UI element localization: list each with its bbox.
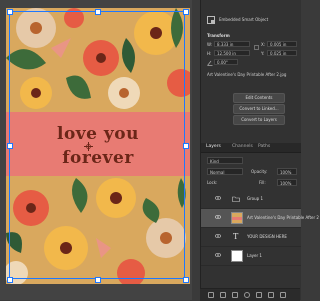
visibility-eye-icon[interactable] (215, 215, 221, 219)
tab-paths[interactable]: Paths (258, 144, 270, 149)
y-label: Y: (261, 51, 265, 56)
width-field[interactable]: 8.333 in (214, 41, 250, 47)
smart-object-icon (207, 16, 215, 24)
y-field[interactable]: 0.025 in (267, 50, 297, 56)
layers-bottom-toolbar (200, 288, 300, 301)
object-type-label: Embedded Smart Object (219, 17, 269, 22)
headline-line-1: love you (57, 124, 139, 144)
transform-handle-middle-right[interactable] (183, 143, 189, 149)
layers-panel-tabs: Layers Channels Paths (201, 143, 301, 153)
layer-row-smart-object[interactable]: Art Valentine's Day Printable After 2 (201, 209, 319, 228)
new-layer-icon[interactable] (268, 292, 274, 298)
document-canvas-area[interactable]: love you forever (0, 0, 200, 300)
headline-line-2: forever (62, 148, 134, 168)
reference-point-icon[interactable] (84, 142, 93, 151)
edit-contents-button[interactable]: Edit Contents (233, 93, 285, 103)
fill-field[interactable]: 100% (277, 179, 297, 186)
transform-handle-top-center[interactable] (95, 9, 101, 15)
layer-row-group[interactable]: Group 1 (201, 190, 301, 209)
height-field[interactable]: 12.500 in (214, 50, 250, 56)
fill-label: Fill: (259, 180, 266, 185)
transform-handle-top-right[interactable] (183, 9, 189, 15)
angle-field[interactable]: 0.00° (214, 59, 238, 65)
opacity-field[interactable]: 100% (277, 168, 297, 175)
transform-handle-top-left[interactable] (7, 9, 13, 15)
link-layers-icon[interactable] (208, 292, 214, 298)
transform-handle-bottom-left[interactable] (7, 277, 13, 283)
blend-mode-dropdown[interactable]: Normal (207, 168, 243, 175)
layer-row-text[interactable]: T YOUR DESIGN HERE (201, 228, 301, 247)
tab-channels[interactable]: Channels (232, 144, 253, 149)
w-label: W: (207, 42, 213, 47)
transform-handle-bottom-right[interactable] (183, 277, 189, 283)
adjustment-icon[interactable] (244, 292, 250, 298)
h-label: H: (207, 51, 212, 56)
transform-section-title: Transform (207, 33, 230, 38)
link-icon[interactable] (254, 45, 259, 50)
transform-handle-bottom-center[interactable] (95, 277, 101, 283)
layer-thumbnail (231, 250, 243, 262)
artwork-document[interactable]: love you forever (6, 8, 190, 284)
right-panel: Embedded Smart Object Transform W: 8.333… (200, 0, 319, 300)
floral-pattern-top (6, 8, 190, 110)
visibility-eye-icon[interactable] (215, 234, 221, 238)
opacity-label: Opacity: (251, 169, 268, 174)
smart-object-file-path: Art Valentine's Day Printable After 2.jp… (207, 72, 287, 77)
tab-layers[interactable]: Layers (206, 144, 221, 149)
layer-name: Group 1 (247, 196, 263, 201)
convert-to-linked-button[interactable]: Convert to Linked... (233, 104, 285, 114)
visibility-eye-icon[interactable] (215, 196, 221, 200)
mask-icon[interactable] (232, 292, 238, 298)
text-layer-icon: T (233, 232, 239, 241)
layer-name: Layer 1 (247, 253, 262, 258)
filter-kind-dropdown[interactable]: Kind (207, 157, 243, 164)
trash-icon[interactable] (280, 292, 286, 298)
visibility-eye-icon[interactable] (215, 253, 221, 257)
x-field[interactable]: 0.005 in (267, 41, 297, 47)
transform-handle-middle-left[interactable] (7, 143, 13, 149)
new-group-icon[interactable] (256, 292, 262, 298)
folder-icon (232, 196, 240, 202)
layer-name: YOUR DESIGN HERE (247, 234, 287, 239)
floral-pattern-bottom (6, 178, 190, 284)
convert-to-layers-button[interactable]: Convert to Layers (233, 115, 285, 125)
canvas-scrollbar[interactable] (192, 0, 200, 300)
fx-icon[interactable] (220, 292, 226, 298)
angle-icon (207, 60, 213, 66)
lock-label: Lock: (207, 180, 218, 185)
x-label: X: (261, 42, 266, 47)
layer-thumbnail (231, 212, 243, 224)
layer-name: Art Valentine's Day Printable After 2 (247, 215, 319, 220)
layer-row-fill[interactable]: Layer 1 (201, 247, 301, 266)
